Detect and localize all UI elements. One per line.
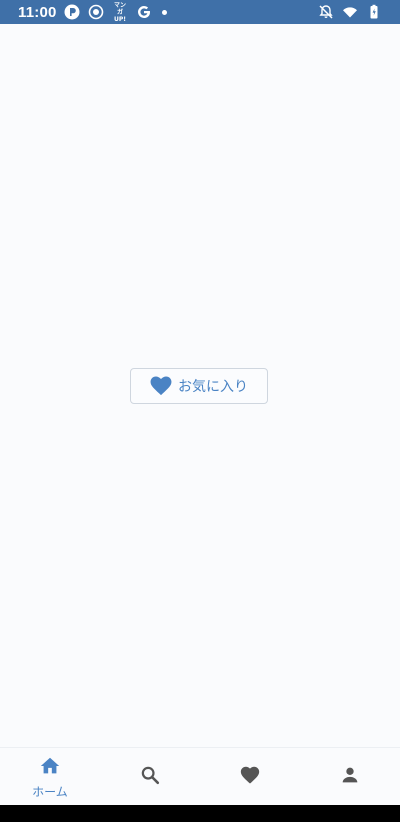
home-icon xyxy=(39,755,61,781)
status-right-icons xyxy=(318,4,382,20)
status-left-icons: マンガ UP! xyxy=(64,1,167,23)
heart-icon xyxy=(239,764,261,790)
status-bar: 11:00 マンガ UP! xyxy=(0,0,400,24)
nav-item-home-label: ホーム xyxy=(32,784,68,799)
search-icon xyxy=(139,764,161,790)
person-icon xyxy=(339,764,361,790)
bottom-navigation: ホーム xyxy=(0,747,400,806)
google-icon xyxy=(136,4,152,20)
nav-item-search[interactable] xyxy=(100,748,200,806)
manga-text-top: マンガ xyxy=(113,1,126,16)
nav-item-favorites[interactable] xyxy=(200,748,300,806)
notifications-off-icon xyxy=(318,4,334,20)
heart-icon xyxy=(150,376,172,396)
status-time: 11:00 xyxy=(18,4,57,21)
main-content: お気に入り xyxy=(0,24,400,747)
manga-app-icon: マンガ UP! xyxy=(112,1,128,23)
wifi-icon xyxy=(342,4,358,20)
favorites-button[interactable]: お気に入り xyxy=(130,368,268,404)
nav-item-profile[interactable] xyxy=(300,748,400,806)
system-navigation-bar xyxy=(0,805,400,822)
battery-icon xyxy=(366,4,382,20)
p-app-icon xyxy=(64,4,80,20)
notification-dot-icon xyxy=(162,9,167,15)
record-icon xyxy=(88,4,104,20)
favorites-button-label: お気に入り xyxy=(178,379,248,395)
manga-text-bottom: UP! xyxy=(113,15,126,23)
nav-item-home[interactable]: ホーム xyxy=(0,748,100,806)
